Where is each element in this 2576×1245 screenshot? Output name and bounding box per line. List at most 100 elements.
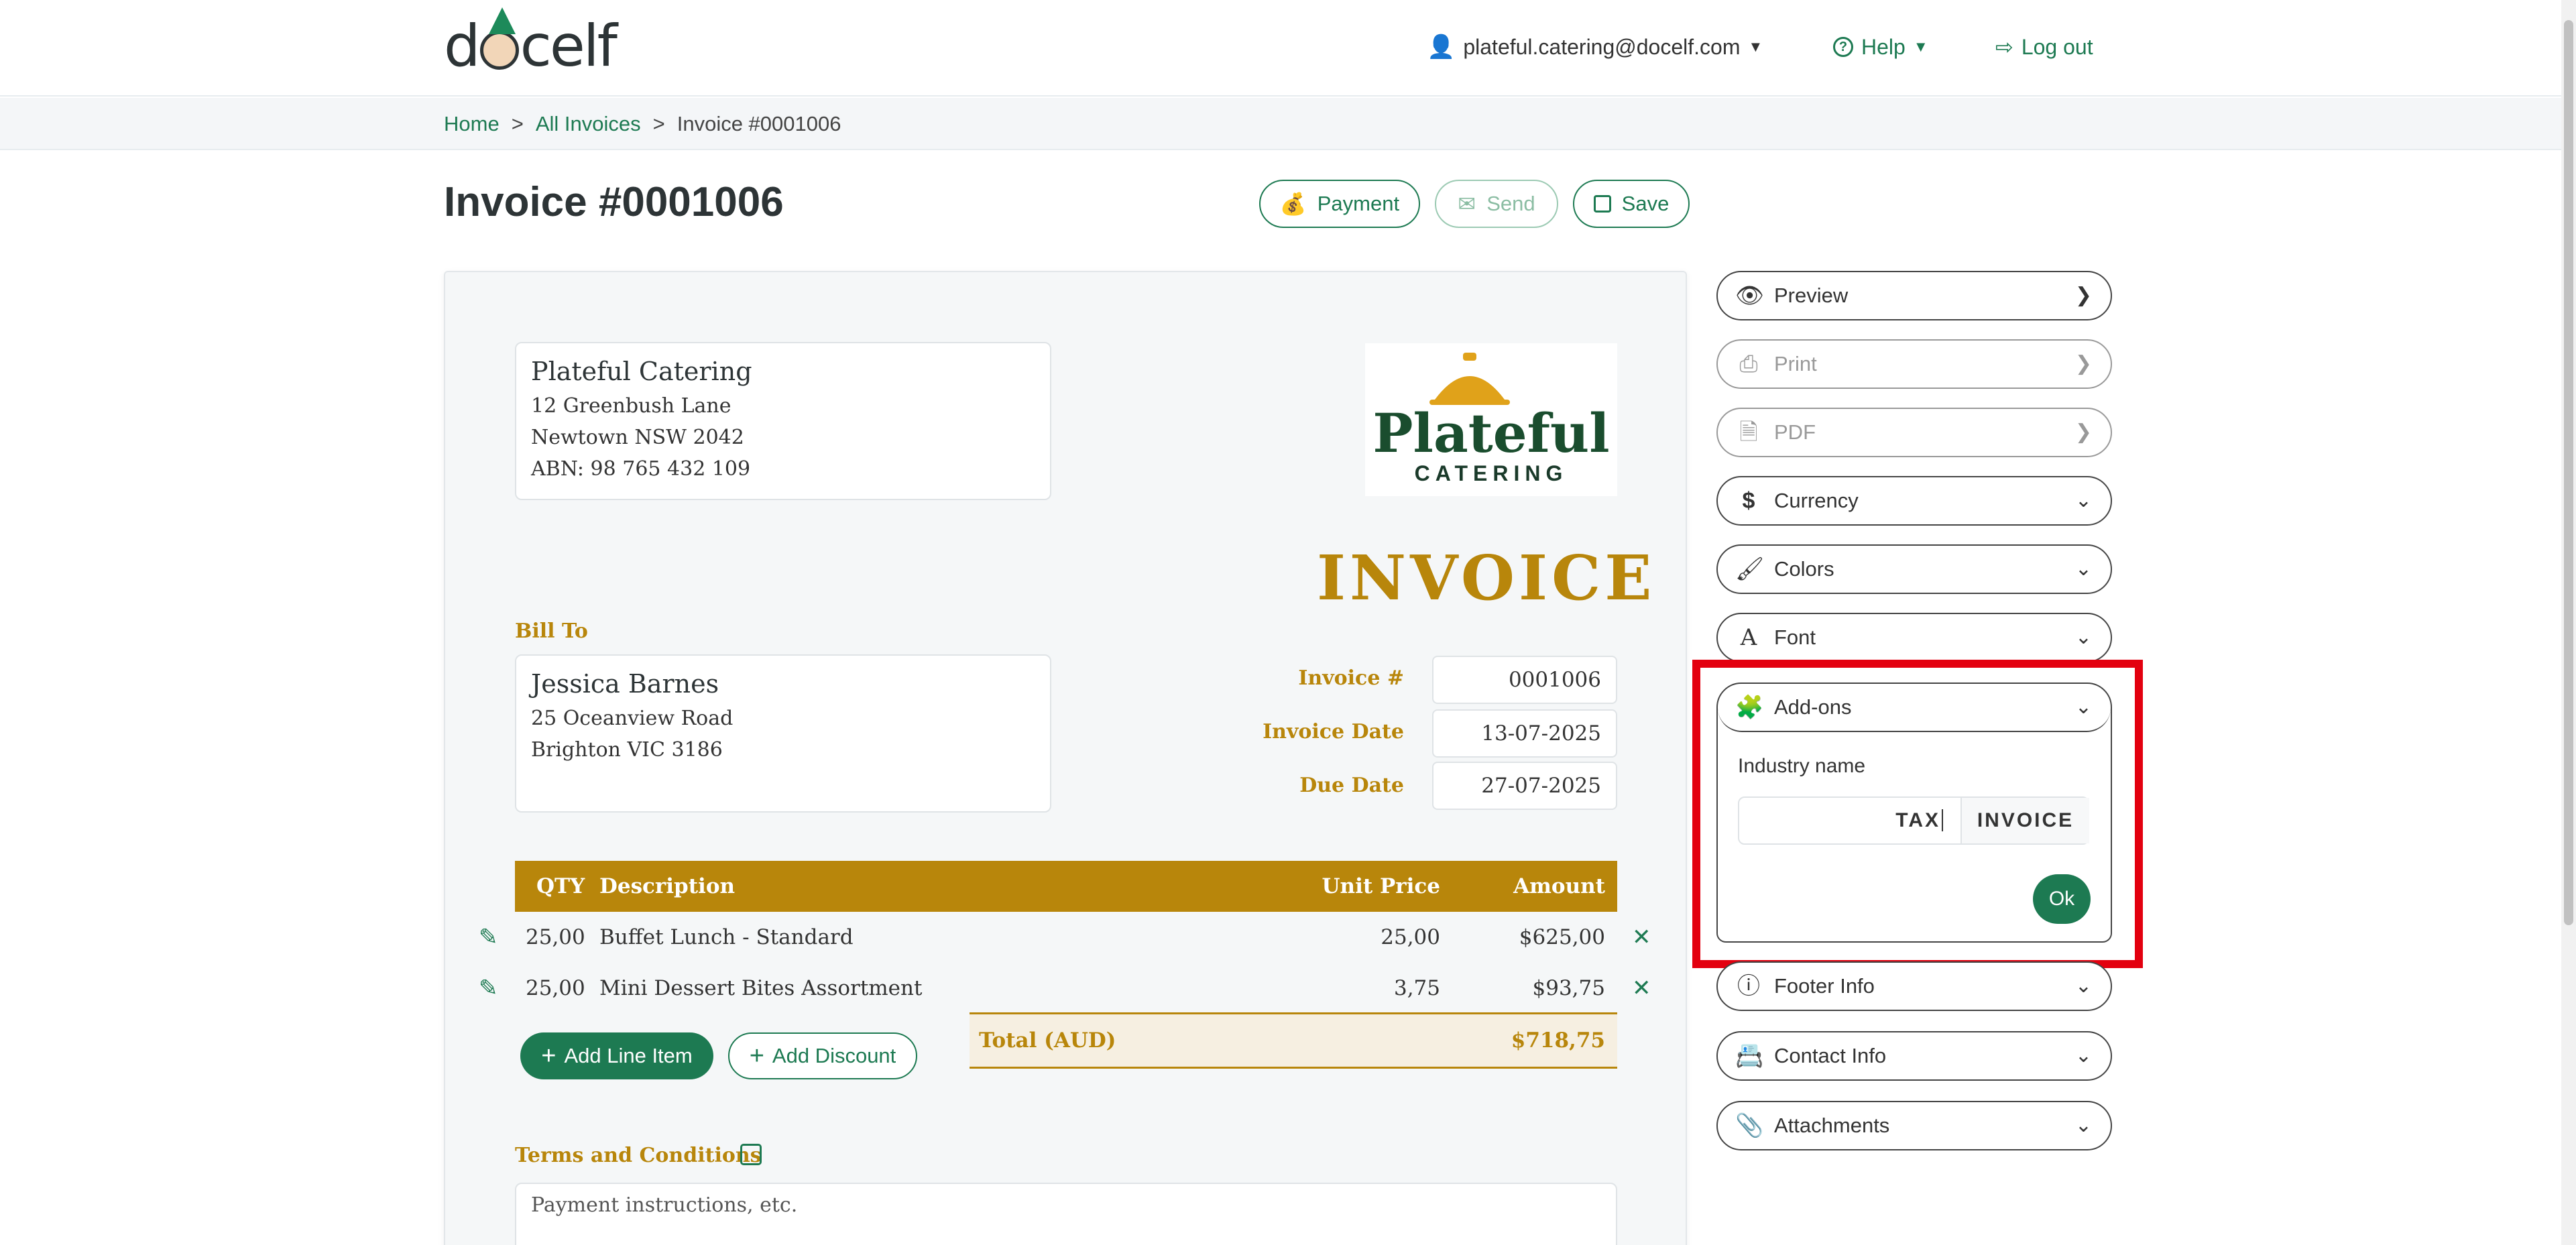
font-dropdown[interactable]: A Font ⌄ bbox=[1716, 613, 2112, 662]
plus-icon: + bbox=[749, 1041, 764, 1070]
help-label: Help bbox=[1861, 35, 1906, 59]
company-address-box[interactable]: Plateful Catering 12 Greenbush Lane Newt… bbox=[515, 342, 1051, 500]
envelope-icon: ✉ bbox=[1458, 192, 1476, 216]
invoice-number-field[interactable]: 0001006 bbox=[1432, 656, 1617, 704]
logo-subtext: CATERING bbox=[1414, 461, 1568, 485]
currency-dropdown[interactable]: $ Currency ⌄ bbox=[1716, 476, 2112, 526]
breadcrumb-all-invoices[interactable]: All Invoices bbox=[536, 110, 641, 138]
terms-textarea[interactable]: Payment instructions, etc. bbox=[515, 1183, 1617, 1245]
page-title: Invoice #0001006 bbox=[444, 179, 784, 225]
edit-pencil-icon[interactable]: ✎ bbox=[479, 924, 498, 951]
chevron-down-icon: ⌄ bbox=[2074, 558, 2092, 580]
currency-label: Currency bbox=[1774, 489, 1859, 512]
info-circle-icon: ⓘ bbox=[1737, 973, 1760, 999]
edit-pencil-icon[interactable]: ✎ bbox=[479, 975, 498, 1002]
pdf-label: PDF bbox=[1774, 420, 1816, 444]
docelf-logo[interactable]: d celf bbox=[444, 7, 618, 75]
total-value: $718,75 bbox=[1511, 1028, 1605, 1053]
company-address-line: Newtown NSW 2042 bbox=[531, 426, 744, 449]
table-row[interactable]: 25,00 Buffet Lunch - Standard 25,00 $625… bbox=[515, 912, 1617, 963]
due-date-label: Due Date bbox=[1299, 774, 1404, 797]
total-row: Total (AUD) $718,75 bbox=[970, 1012, 1617, 1069]
chevron-right-icon: ❯ bbox=[2074, 421, 2092, 443]
attachments-label: Attachments bbox=[1774, 1114, 1890, 1137]
add-line-item-button[interactable]: + Add Line Item bbox=[520, 1032, 713, 1079]
add-discount-button[interactable]: + Add Discount bbox=[728, 1032, 917, 1079]
invoice-card: Plateful Catering 12 Greenbush Lane Newt… bbox=[444, 271, 1687, 1245]
breadcrumb-separator: > bbox=[511, 112, 524, 135]
logout-icon: ⇨ bbox=[1995, 35, 2013, 59]
contact-info-dropdown[interactable]: 📇 Contact Info ⌄ bbox=[1716, 1031, 2112, 1081]
help-menu[interactable]: ? Help ▼ bbox=[1833, 32, 1928, 62]
paintbrush-icon: 🖌 bbox=[1735, 556, 1765, 582]
footer-info-dropdown[interactable]: ⓘ Footer Info ⌄ bbox=[1716, 961, 2112, 1011]
row-unit-price: 3,75 bbox=[1393, 976, 1440, 1000]
send-button[interactable]: ✉ Send bbox=[1435, 180, 1558, 228]
col-unit-price: Unit Price bbox=[1322, 874, 1440, 898]
breadcrumb: Home > All Invoices > Invoice #0001006 bbox=[444, 110, 841, 138]
pdf-button[interactable]: 🗎 PDF ❯ bbox=[1716, 408, 2112, 457]
breadcrumb-current: Invoice #0001006 bbox=[677, 112, 841, 135]
company-logo[interactable]: Plateful CATERING bbox=[1365, 343, 1617, 496]
colors-label: Colors bbox=[1774, 557, 1834, 581]
client-address-line: 25 Oceanview Road bbox=[531, 707, 734, 730]
chevron-right-icon: ❯ bbox=[2074, 284, 2092, 306]
line-items-header: QTY Description Unit Price Amount bbox=[515, 861, 1617, 912]
chevron-down-icon: ⌄ bbox=[2074, 489, 2092, 512]
contact-card-icon: 📇 bbox=[1735, 1043, 1764, 1069]
save-button[interactable]: Save bbox=[1573, 180, 1690, 228]
user-icon: 👤 bbox=[1427, 34, 1456, 60]
col-description: Description bbox=[599, 874, 736, 898]
caret-down-icon: ▼ bbox=[1748, 38, 1763, 55]
colors-dropdown[interactable]: 🖌 Colors ⌄ bbox=[1716, 544, 2112, 594]
payment-button[interactable]: 💰 Payment bbox=[1259, 180, 1420, 228]
font-icon: A bbox=[1740, 624, 1757, 651]
preview-button[interactable]: 👁 Preview ❯ bbox=[1716, 271, 2112, 320]
row-description: Mini Dessert Bites Assortment bbox=[599, 976, 923, 1000]
total-label: Total (AUD) bbox=[979, 1028, 1116, 1053]
save-terms-icon[interactable] bbox=[740, 1144, 762, 1165]
page-scrollbar[interactable] bbox=[2561, 0, 2576, 1245]
breadcrumb-home[interactable]: Home bbox=[444, 110, 500, 138]
breadcrumb-separator: > bbox=[652, 112, 665, 135]
remove-row-icon[interactable]: ✕ bbox=[1632, 975, 1651, 1002]
printer-icon: ⎙ bbox=[1739, 351, 1758, 377]
row-qty: 25,00 bbox=[526, 925, 585, 949]
breadcrumb-bar: Home > All Invoices > Invoice #0001006 bbox=[0, 98, 2561, 150]
row-amount: $93,75 bbox=[1532, 976, 1605, 1000]
payment-label: Payment bbox=[1317, 192, 1400, 215]
scrollbar-thumb[interactable] bbox=[2564, 20, 2573, 925]
paperclip-icon: 📎 bbox=[1735, 1113, 1764, 1138]
question-circle-icon: ? bbox=[1833, 37, 1853, 57]
row-amount: $625,00 bbox=[1519, 925, 1605, 949]
invoice-number-label: Invoice # bbox=[1298, 666, 1404, 690]
company-address-line: 12 Greenbush Lane bbox=[531, 394, 731, 418]
logout-link[interactable]: ⇨ Log out bbox=[1995, 32, 2093, 62]
due-date-field[interactable]: 27-07-2025 bbox=[1432, 762, 1617, 810]
logout-label: Log out bbox=[2021, 35, 2093, 59]
chevron-down-icon: ⌄ bbox=[2074, 1114, 2092, 1136]
print-button[interactable]: ⎙ Print ❯ bbox=[1716, 339, 2112, 389]
highlight-annotation-box bbox=[1692, 660, 2143, 968]
contact-info-label: Contact Info bbox=[1774, 1044, 1887, 1067]
client-name: Jessica Barnes bbox=[531, 669, 719, 699]
row-unit-price: 25,00 bbox=[1381, 925, 1440, 949]
invoice-date-field[interactable]: 13-07-2025 bbox=[1432, 709, 1617, 758]
caret-down-icon: ▼ bbox=[1913, 38, 1928, 55]
chevron-down-icon: ⌄ bbox=[2074, 975, 2092, 997]
chevron-down-icon: ⌄ bbox=[2074, 626, 2092, 648]
font-label: Font bbox=[1774, 626, 1816, 649]
bill-to-label: Bill To bbox=[515, 619, 588, 643]
user-menu[interactable]: 👤 plateful.catering@docelf.com ▼ bbox=[1427, 32, 1763, 62]
company-abn: ABN: 98 765 432 109 bbox=[531, 457, 751, 481]
invoice-heading[interactable]: INVOICE bbox=[1317, 542, 1651, 614]
money-bag-icon: 💰 bbox=[1279, 192, 1307, 216]
remove-row-icon[interactable]: ✕ bbox=[1632, 924, 1651, 951]
bill-to-box[interactable]: Jessica Barnes 25 Oceanview Road Brighto… bbox=[515, 654, 1051, 813]
preview-label: Preview bbox=[1774, 284, 1849, 307]
table-row[interactable]: 25,00 Mini Dessert Bites Assortment 3,75… bbox=[515, 963, 1617, 1014]
dollar-icon: $ bbox=[1742, 488, 1755, 514]
elf-icon bbox=[479, 7, 519, 70]
eye-icon: 👁 bbox=[1735, 283, 1765, 308]
attachments-dropdown[interactable]: 📎 Attachments ⌄ bbox=[1716, 1101, 2112, 1150]
